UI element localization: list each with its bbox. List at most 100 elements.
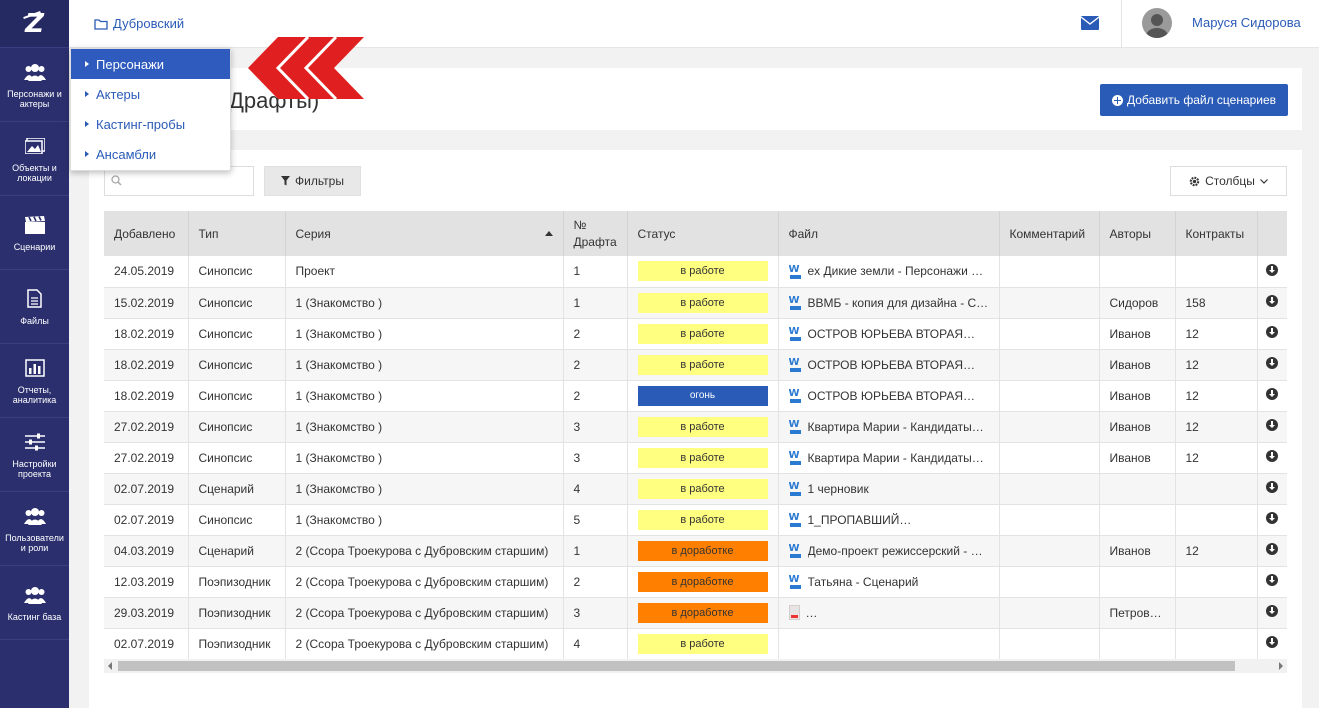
- cell-authors: Сидоров: [1099, 287, 1176, 319]
- download-icon[interactable]: [1266, 326, 1279, 338]
- status-badge[interactable]: в работе: [637, 261, 768, 282]
- table-row[interactable]: 12.03.2019 Поэпизодник 2 (Ссора Троекурова…: [104, 566, 1287, 598]
- cell-file: [778, 628, 1000, 660]
- column-header[interactable]: Добавлено: [104, 211, 189, 256]
- status-badge[interactable]: в доработке: [637, 540, 768, 561]
- table-row[interactable]: 04.03.2019 Сценарий 2 (Ссора Троекурова с …: [104, 535, 1287, 567]
- column-header[interactable]: № Драфта: [563, 211, 628, 256]
- sidebar-item-3[interactable]: Сценарии: [0, 196, 69, 270]
- cell-status: в работе: [627, 473, 779, 505]
- mail-icon[interactable]: [1081, 16, 1099, 30]
- project-selector[interactable]: Дубровский: [94, 16, 184, 31]
- add-script-file-button[interactable]: Добавить файл сценариев: [1100, 84, 1288, 116]
- download-icon[interactable]: [1266, 481, 1279, 493]
- sidebar-item-5[interactable]: Отчеты, аналитика: [0, 344, 69, 418]
- file-link[interactable]: ОСТРОВ ЮРЬЕВА ВТОРАЯ…: [808, 389, 976, 403]
- table-row[interactable]: 15.02.2019 Синопсис 1 (Знакомство ) 1 в рабо…: [104, 287, 1287, 319]
- sidebar-item-6[interactable]: Настройки проекта: [0, 418, 69, 492]
- scroll-right-arrow[interactable]: [1279, 662, 1283, 670]
- horizontal-scrollbar[interactable]: [104, 659, 1287, 673]
- status-badge[interactable]: в работе: [637, 633, 768, 654]
- status-badge[interactable]: в работе: [637, 292, 768, 313]
- file-link[interactable]: ОСТРОВ ЮРЬЕВА ВТОРАЯ…: [808, 358, 976, 372]
- status-badge[interactable]: в работе: [637, 323, 768, 344]
- status-badge[interactable]: в работе: [637, 478, 768, 499]
- table-row[interactable]: 27.02.2019 Синопсис 1 (Знакомство ) 3 в рабо…: [104, 411, 1287, 443]
- sidebar-item-7[interactable]: Пользователи и роли: [0, 492, 69, 566]
- download-icon[interactable]: [1266, 357, 1279, 369]
- file-link[interactable]: Квартира Марии - Кандидаты…: [808, 451, 984, 465]
- cell-file: …: [778, 597, 1000, 629]
- cell-authors: [1099, 566, 1176, 598]
- cell-authors: Иванов: [1099, 380, 1176, 412]
- table-row[interactable]: 18.02.2019 Синопсис 1 (Знакомство ) 2 в рабо…: [104, 349, 1287, 381]
- menu-item-label: Кастинг-пробы: [96, 116, 186, 132]
- user-avatar[interactable]: [1142, 8, 1172, 38]
- word-doc-icon: W: [789, 357, 802, 372]
- download-icon[interactable]: [1266, 450, 1279, 462]
- cell-file: W ОСТРОВ ЮРЬЕВА ВТОРАЯ…: [778, 349, 1000, 381]
- table-row[interactable]: 24.05.2019 Синопсис Проект 1 в работе Wex Дик…: [104, 256, 1287, 288]
- cell-draft: 1: [563, 287, 628, 319]
- file-link[interactable]: Демо-проект режиссерский - …: [808, 544, 983, 558]
- table-row[interactable]: 29.03.2019 Поэпизодник 2 (Ссора Троекурова…: [104, 597, 1287, 629]
- table-row[interactable]: 02.07.2019 Синопсис 1 (Знакомство ) 5 в рабо…: [104, 504, 1287, 536]
- file-link[interactable]: ex Дикие земли - Персонажи с…: [808, 264, 989, 278]
- file-icon: [24, 288, 46, 310]
- column-header[interactable]: Комментарий: [999, 211, 1100, 256]
- download-icon[interactable]: [1266, 574, 1279, 586]
- cell-date: 15.02.2019: [104, 287, 189, 319]
- download-icon[interactable]: [1266, 512, 1279, 524]
- download-icon[interactable]: [1266, 543, 1279, 555]
- menu-item-4[interactable]: Ансамбли: [71, 139, 230, 169]
- status-badge[interactable]: в работе: [637, 354, 768, 375]
- download-icon[interactable]: [1266, 295, 1279, 307]
- table-row[interactable]: 02.07.2019 Поэпизодник 2 (Ссора Троекурова…: [104, 628, 1287, 660]
- sidebar-item-2[interactable]: Объекты и локации: [0, 122, 69, 196]
- column-header[interactable]: Авторы: [1099, 211, 1176, 256]
- download-icon[interactable]: [1266, 388, 1279, 400]
- columns-button[interactable]: Столбцы: [1170, 166, 1287, 196]
- download-icon[interactable]: [1266, 263, 1279, 276]
- download-icon[interactable]: [1266, 605, 1279, 617]
- file-link[interactable]: ОСТРОВ ЮРЬЕВА ВТОРАЯ…: [808, 327, 976, 341]
- file-link[interactable]: ВВМБ - копия для дизайна - С…: [808, 296, 989, 310]
- scrollbar-thumb[interactable]: [118, 661, 1235, 671]
- cell-contracts: [1175, 504, 1258, 536]
- user-name[interactable]: Маруся Сидорова: [1192, 15, 1301, 30]
- file-link[interactable]: Квартира Марии - Кандидаты…: [808, 420, 984, 434]
- file-link[interactable]: Татьяна - Сценарий: [808, 575, 919, 589]
- sidebar-item-8[interactable]: Кастинг база: [0, 566, 69, 640]
- status-badge[interactable]: в доработке: [637, 602, 768, 623]
- status-badge[interactable]: в работе: [637, 509, 768, 530]
- status-badge[interactable]: в доработке: [637, 571, 768, 592]
- status-badge[interactable]: огонь: [637, 385, 768, 406]
- status-badge[interactable]: в работе: [637, 416, 768, 437]
- table-row[interactable]: 18.02.2019 Синопсис 1 (Знакомство ) 2 в рабо…: [104, 318, 1287, 350]
- column-header[interactable]: Контракты: [1175, 211, 1258, 256]
- column-header[interactable]: Серия: [285, 211, 564, 256]
- sidebar-item-4[interactable]: Файлы: [0, 270, 69, 344]
- column-header[interactable]: Тип: [188, 211, 286, 256]
- app-logo[interactable]: Z: [0, 0, 69, 48]
- menu-item-1[interactable]: Персонажи: [71, 49, 230, 79]
- file-link[interactable]: 1 черновик: [808, 482, 869, 496]
- cell-contracts: 12: [1175, 442, 1258, 474]
- column-header[interactable]: Файл: [778, 211, 1000, 256]
- download-icon[interactable]: [1266, 419, 1279, 431]
- column-header[interactable]: Статус: [627, 211, 779, 256]
- menu-item-2[interactable]: Актеры: [71, 79, 230, 109]
- table-row[interactable]: 02.07.2019 Сценарий 1 (Знакомство ) 4 в рабо…: [104, 473, 1287, 505]
- filters-button[interactable]: Фильтры: [264, 166, 361, 196]
- download-icon[interactable]: [1266, 636, 1279, 648]
- status-badge[interactable]: в работе: [637, 447, 768, 468]
- menu-item-3[interactable]: Кастинг-пробы: [71, 109, 230, 139]
- table-row[interactable]: 27.02.2019 Синопсис 1 (Знакомство ) 3 в рабо…: [104, 442, 1287, 474]
- cell-authors: [1099, 504, 1176, 536]
- cell-file: W 1_ПРОПАВШИЙ…: [778, 504, 1000, 536]
- scroll-left-arrow[interactable]: [108, 662, 112, 670]
- table-row[interactable]: 18.02.2019 Синопсис 1 (Знакомство ) 2 огонь W…: [104, 380, 1287, 412]
- file-link[interactable]: 1_ПРОПАВШИЙ…: [808, 513, 912, 527]
- sidebar-item-1[interactable]: Персонажи и актеры: [0, 48, 69, 122]
- file-link[interactable]: …: [806, 606, 818, 620]
